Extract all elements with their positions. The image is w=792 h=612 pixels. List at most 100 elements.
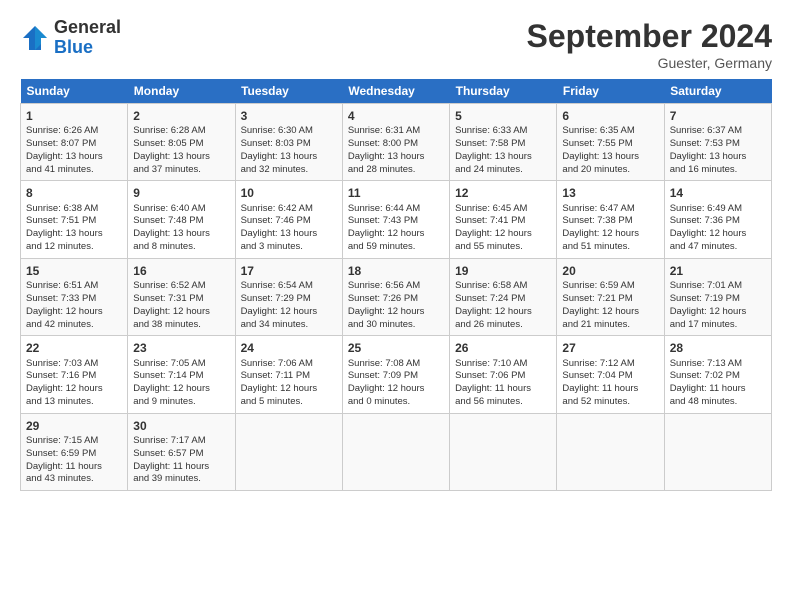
day-detail: Daylight: 12 hours: [133, 383, 229, 396]
day-detail: and 24 minutes.: [455, 164, 551, 177]
day-detail: Sunset: 7:11 PM: [241, 370, 337, 383]
day-detail: Sunset: 7:48 PM: [133, 215, 229, 228]
day-detail: and 48 minutes.: [670, 396, 766, 409]
day-detail: Sunset: 7:38 PM: [562, 215, 658, 228]
calendar-cell: 9Sunrise: 6:40 AMSunset: 7:48 PMDaylight…: [128, 181, 235, 258]
day-number: 10: [241, 185, 337, 201]
day-detail: Daylight: 13 hours: [348, 151, 444, 164]
calendar-cell: 16Sunrise: 6:52 AMSunset: 7:31 PMDayligh…: [128, 258, 235, 335]
day-detail: Sunrise: 6:35 AM: [562, 125, 658, 138]
day-detail: Daylight: 11 hours: [133, 461, 229, 474]
day-detail: Sunrise: 6:42 AM: [241, 203, 337, 216]
calendar-cell: 14Sunrise: 6:49 AMSunset: 7:36 PMDayligh…: [664, 181, 771, 258]
calendar-cell: 17Sunrise: 6:54 AMSunset: 7:29 PMDayligh…: [235, 258, 342, 335]
weekday-header: Friday: [557, 79, 664, 104]
day-number: 3: [241, 108, 337, 124]
day-detail: and 13 minutes.: [26, 396, 122, 409]
calendar-cell: 18Sunrise: 6:56 AMSunset: 7:26 PMDayligh…: [342, 258, 449, 335]
day-detail: Sunrise: 6:51 AM: [26, 280, 122, 293]
day-detail: Sunset: 7:24 PM: [455, 293, 551, 306]
day-detail: Daylight: 12 hours: [348, 306, 444, 319]
calendar-cell: 23Sunrise: 7:05 AMSunset: 7:14 PMDayligh…: [128, 336, 235, 413]
calendar-cell: 20Sunrise: 6:59 AMSunset: 7:21 PMDayligh…: [557, 258, 664, 335]
day-detail: and 47 minutes.: [670, 241, 766, 254]
day-detail: and 52 minutes.: [562, 396, 658, 409]
day-number: 26: [455, 340, 551, 356]
day-detail: Sunset: 7:46 PM: [241, 215, 337, 228]
calendar-cell: 7Sunrise: 6:37 AMSunset: 7:53 PMDaylight…: [664, 104, 771, 181]
logo-icon: [20, 23, 50, 53]
day-detail: Daylight: 13 hours: [670, 151, 766, 164]
header: General Blue September 2024 Guester, Ger…: [20, 18, 772, 71]
day-detail: Sunset: 7:29 PM: [241, 293, 337, 306]
day-detail: Sunset: 8:03 PM: [241, 138, 337, 151]
day-detail: Sunrise: 6:54 AM: [241, 280, 337, 293]
weekday-header: Sunday: [21, 79, 128, 104]
day-detail: Sunrise: 6:30 AM: [241, 125, 337, 138]
calendar-cell: 12Sunrise: 6:45 AMSunset: 7:41 PMDayligh…: [450, 181, 557, 258]
day-detail: Sunset: 8:00 PM: [348, 138, 444, 151]
day-detail: Sunrise: 7:06 AM: [241, 358, 337, 371]
title-block: September 2024 Guester, Germany: [527, 18, 772, 71]
day-detail: Sunrise: 6:52 AM: [133, 280, 229, 293]
calendar-cell: 4Sunrise: 6:31 AMSunset: 8:00 PMDaylight…: [342, 104, 449, 181]
calendar-cell: 2Sunrise: 6:28 AMSunset: 8:05 PMDaylight…: [128, 104, 235, 181]
calendar-week: 8Sunrise: 6:38 AMSunset: 7:51 PMDaylight…: [21, 181, 772, 258]
calendar-header: SundayMondayTuesdayWednesdayThursdayFrid…: [21, 79, 772, 104]
calendar-cell: 27Sunrise: 7:12 AMSunset: 7:04 PMDayligh…: [557, 336, 664, 413]
calendar-cell: 19Sunrise: 6:58 AMSunset: 7:24 PMDayligh…: [450, 258, 557, 335]
day-number: 5: [455, 108, 551, 124]
day-detail: Daylight: 13 hours: [133, 228, 229, 241]
day-number: 19: [455, 263, 551, 279]
day-detail: Sunrise: 6:59 AM: [562, 280, 658, 293]
day-number: 1: [26, 108, 122, 124]
day-number: 15: [26, 263, 122, 279]
day-detail: and 5 minutes.: [241, 396, 337, 409]
day-detail: Sunset: 7:26 PM: [348, 293, 444, 306]
day-detail: Sunset: 7:51 PM: [26, 215, 122, 228]
calendar-cell: 24Sunrise: 7:06 AMSunset: 7:11 PMDayligh…: [235, 336, 342, 413]
day-detail: Sunset: 7:02 PM: [670, 370, 766, 383]
day-number: 9: [133, 185, 229, 201]
day-number: 28: [670, 340, 766, 356]
day-detail: Daylight: 13 hours: [241, 151, 337, 164]
day-detail: Daylight: 11 hours: [562, 383, 658, 396]
day-detail: Daylight: 12 hours: [670, 306, 766, 319]
day-detail: and 39 minutes.: [133, 473, 229, 486]
day-detail: Sunset: 7:14 PM: [133, 370, 229, 383]
day-detail: and 16 minutes.: [670, 164, 766, 177]
day-detail: and 59 minutes.: [348, 241, 444, 254]
day-detail: Sunrise: 6:49 AM: [670, 203, 766, 216]
calendar-cell: 13Sunrise: 6:47 AMSunset: 7:38 PMDayligh…: [557, 181, 664, 258]
day-detail: Sunset: 7:55 PM: [562, 138, 658, 151]
day-detail: Sunrise: 6:33 AM: [455, 125, 551, 138]
day-number: 7: [670, 108, 766, 124]
day-detail: Daylight: 12 hours: [26, 306, 122, 319]
day-number: 25: [348, 340, 444, 356]
day-number: 17: [241, 263, 337, 279]
day-detail: Daylight: 13 hours: [133, 151, 229, 164]
day-number: 21: [670, 263, 766, 279]
day-number: 14: [670, 185, 766, 201]
day-detail: Sunset: 7:19 PM: [670, 293, 766, 306]
day-detail: Sunset: 7:33 PM: [26, 293, 122, 306]
day-detail: and 38 minutes.: [133, 319, 229, 332]
calendar-cell: 8Sunrise: 6:38 AMSunset: 7:51 PMDaylight…: [21, 181, 128, 258]
day-detail: Sunrise: 7:13 AM: [670, 358, 766, 371]
day-detail: Daylight: 12 hours: [26, 383, 122, 396]
day-number: 18: [348, 263, 444, 279]
day-detail: Daylight: 11 hours: [26, 461, 122, 474]
day-detail: Sunrise: 7:12 AM: [562, 358, 658, 371]
day-detail: Sunset: 7:41 PM: [455, 215, 551, 228]
day-number: 6: [562, 108, 658, 124]
day-detail: Daylight: 12 hours: [133, 306, 229, 319]
calendar-week: 22Sunrise: 7:03 AMSunset: 7:16 PMDayligh…: [21, 336, 772, 413]
day-detail: and 9 minutes.: [133, 396, 229, 409]
day-detail: and 42 minutes.: [26, 319, 122, 332]
day-detail: Daylight: 13 hours: [455, 151, 551, 164]
logo-line2: Blue: [54, 38, 121, 58]
day-detail: and 26 minutes.: [455, 319, 551, 332]
day-detail: Sunrise: 6:44 AM: [348, 203, 444, 216]
calendar-cell: 21Sunrise: 7:01 AMSunset: 7:19 PMDayligh…: [664, 258, 771, 335]
day-number: 8: [26, 185, 122, 201]
